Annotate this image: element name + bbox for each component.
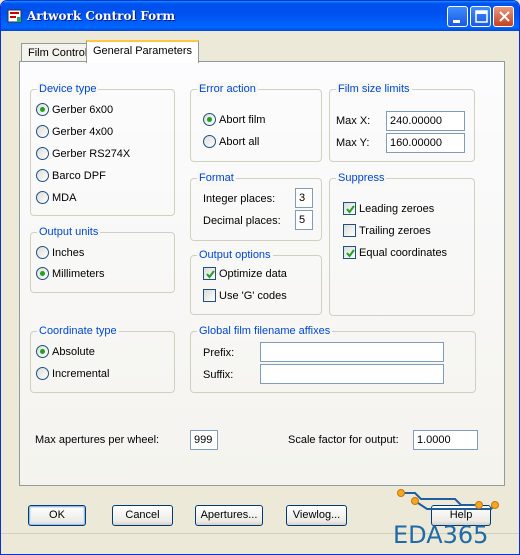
device-type-label: Device type (37, 82, 99, 96)
suppress-label: Suppress (336, 171, 387, 185)
radio-icon[interactable] (36, 147, 49, 160)
window-title: Artwork Control Form (27, 9, 176, 23)
cancel-button[interactable]: Cancel (112, 505, 173, 526)
decimal-places-label: Decimal places: (203, 215, 281, 227)
checkbox-checked-icon[interactable] (203, 267, 216, 280)
radio-icon[interactable] (36, 125, 49, 138)
scale-factor-input[interactable]: 1.0000 (413, 430, 478, 450)
app-icon[interactable] (7, 8, 23, 24)
format-label: Format (197, 171, 236, 185)
maximize-icon (476, 11, 487, 14)
close-button[interactable] (493, 6, 514, 27)
artwork-control-form-window: Artwork Control Form Film Control Genera… (0, 0, 520, 555)
checkbox-icon[interactable] (343, 224, 356, 237)
ok-button[interactable]: OK (28, 505, 86, 526)
scale-factor-label: Scale factor for output: (288, 434, 399, 446)
integer-places-input[interactable]: 3 (295, 188, 313, 208)
coordinate-type-group: Coordinate type Absolute Incremental (30, 324, 175, 393)
checkbox-icon[interactable] (203, 289, 216, 302)
integer-places-label: Integer places: (203, 193, 276, 205)
filename-affixes-label: Global film filename affixes (197, 324, 333, 338)
radio-icon[interactable] (36, 191, 49, 204)
radio-icon[interactable] (36, 246, 49, 259)
viewlog-button[interactable]: Viewlog... (286, 505, 347, 526)
max-x-label: Max X: (336, 115, 371, 127)
radio-icon[interactable] (203, 135, 216, 148)
film-size-limits-group: Film size limits Max X: 240.00000 Max Y:… (329, 82, 475, 162)
output-options-label: Output options (197, 248, 273, 262)
tab-general-parameters[interactable]: General Parameters (86, 40, 200, 63)
decimal-places-input[interactable]: 5 (295, 210, 313, 230)
circuit-logo-icon (397, 489, 499, 510)
output-units-group: Output units Inches Millimeters (30, 225, 175, 293)
radio-icon[interactable] (36, 169, 49, 182)
maximize-button[interactable] (470, 6, 491, 27)
radio-selected-icon[interactable] (203, 113, 216, 126)
max-apertures-input[interactable]: 999 (190, 430, 218, 450)
output-units-label: Output units (37, 225, 101, 239)
prefix-label: Prefix: (203, 347, 235, 359)
prefix-input[interactable] (260, 342, 444, 362)
max-y-input[interactable]: 160.00000 (386, 133, 465, 153)
max-x-input[interactable]: 240.00000 (386, 111, 465, 131)
title-bar[interactable]: Artwork Control Form (1, 1, 519, 31)
checkbox-checked-icon[interactable] (343, 246, 356, 259)
format-group: Format Integer places: 3 Decimal places:… (190, 171, 322, 241)
device-type-group: Device type Gerber 6x00 Gerber 4x00 Gerb… (30, 82, 175, 216)
suffix-label: Suffix: (203, 369, 234, 381)
film-size-limits-label: Film size limits (336, 82, 412, 96)
error-action-label: Error action (197, 82, 258, 96)
minimize-button[interactable] (447, 6, 468, 27)
max-apertures-label: Max apertures per wheel: (35, 434, 160, 446)
minimize-icon (453, 20, 460, 23)
output-options-group: Output options Optimize data Use 'G' cod… (190, 248, 322, 315)
radio-selected-icon[interactable] (36, 103, 49, 116)
eda365-watermark: EDA365 (393, 521, 489, 549)
checkbox-checked-icon[interactable] (343, 202, 356, 215)
radio-selected-icon[interactable] (36, 267, 49, 280)
error-action-group: Error action Abort film Abort all (190, 82, 322, 162)
suppress-group: Suppress Leading zeroes Trailing zeroes … (329, 171, 475, 316)
coordinate-type-label: Coordinate type (37, 324, 119, 338)
filename-affixes-group: Global film filename affixes Prefix: Suf… (190, 324, 476, 393)
radio-selected-icon[interactable] (36, 345, 49, 358)
apertures-button[interactable]: Apertures... (195, 505, 263, 526)
radio-icon[interactable] (36, 367, 49, 380)
max-y-label: Max Y: (336, 137, 370, 149)
close-icon (499, 11, 510, 22)
suffix-input[interactable] (260, 364, 444, 384)
tab-film-control[interactable]: Film Control (21, 43, 95, 63)
